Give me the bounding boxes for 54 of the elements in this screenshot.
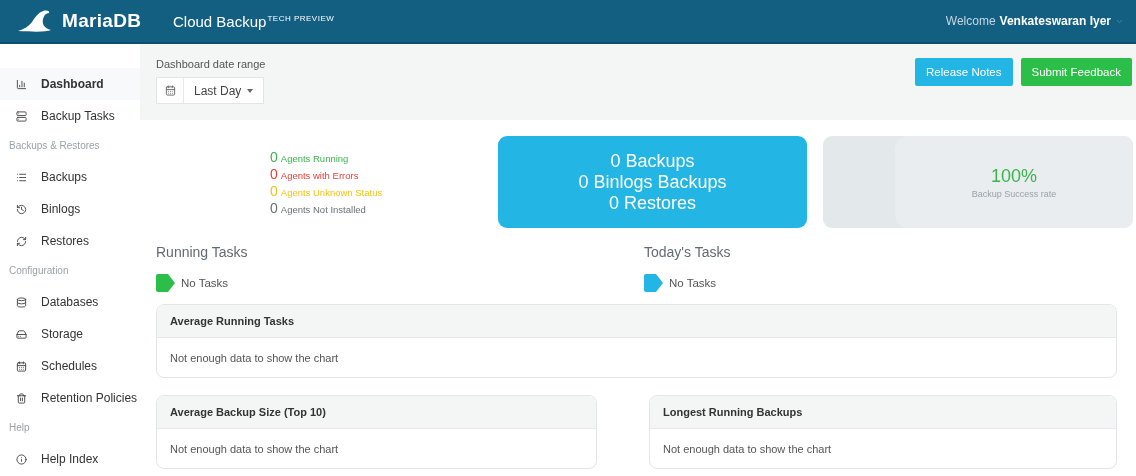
section-heading: Today's Tasks <box>644 244 732 260</box>
database-icon <box>16 296 27 308</box>
server-icon <box>16 110 27 122</box>
agent-count: 0 <box>270 165 278 182</box>
calendar-icon <box>164 85 176 96</box>
app-title: Cloud Backup$^{TECH PREVIEW}$ <box>173 12 335 30</box>
nav-item[interactable]: Schedules <box>0 350 140 382</box>
panel-message: Not enough data to show the chart <box>662 441 833 457</box>
list-icon <box>16 171 27 183</box>
panel-message: Not enough data to show the chart <box>169 441 340 457</box>
section-title: Backups & Restores <box>8 139 101 153</box>
user-menu[interactable]: Venkateswaran Iyer <box>999 14 1111 28</box>
agent-count: 0 <box>270 199 278 216</box>
calendar-icon <box>16 360 27 372</box>
summary-line: 0 Binlogs Backups <box>578 171 727 193</box>
summary-line: 0 Backups <box>610 150 695 172</box>
date-range-label: Dashboard date range <box>156 58 266 70</box>
brand-name: MariaDB <box>62 10 142 32</box>
nav-item[interactable]: Backup Tasks <box>0 100 140 132</box>
agent-count: 0 <box>270 148 278 165</box>
agent-status-label: Agents Running <box>280 152 349 164</box>
drive-icon <box>16 328 27 340</box>
date-range-select[interactable]: Last Day <box>156 77 264 104</box>
success-rate-label: Backup Success rate <box>971 188 1057 199</box>
nav-item[interactable]: Databases <box>0 286 140 318</box>
history-icon <box>16 203 27 215</box>
nav-item[interactable]: Dashboard <box>0 68 140 100</box>
no-tasks-text: No Tasks <box>669 277 717 289</box>
welcome-text: Welcome <box>945 14 996 28</box>
panel-title: Average Backup Size (Top 10) <box>157 396 596 429</box>
summary-line: 0 Restores <box>608 192 696 214</box>
agent-status-label: Agents Unknown Status <box>280 186 383 198</box>
nav-item[interactable]: Restores <box>0 225 140 257</box>
agent-status-label: Agents Not Installed <box>280 203 366 215</box>
section-title: Help <box>8 421 31 435</box>
agent-status-label: Agents with Errors <box>280 169 359 181</box>
caret-icon <box>247 88 254 93</box>
panel-message: Not enough data to show the chart <box>169 350 340 366</box>
no-tasks-text: No Tasks <box>181 277 229 289</box>
nav-item[interactable]: Binlogs <box>0 193 140 225</box>
section-heading: Running Tasks <box>156 244 249 260</box>
info-icon <box>16 453 27 465</box>
agent-count: 0 <box>270 182 278 199</box>
section-title: Configuration <box>8 264 70 278</box>
nav-item[interactable]: Storage <box>0 318 140 350</box>
nav-item[interactable]: Help Index <box>0 443 140 475</box>
chart-icon <box>16 78 27 90</box>
success-rate-value: 100% <box>990 165 1037 187</box>
panel-title: Longest Running Backups <box>650 396 1116 429</box>
nav-item[interactable]: Retention Policies <box>0 382 140 414</box>
refresh-icon <box>16 235 27 247</box>
trash-icon <box>16 392 27 404</box>
panel-title: Average Running Tasks <box>157 305 1116 338</box>
nav-item[interactable]: Backups <box>0 161 140 193</box>
